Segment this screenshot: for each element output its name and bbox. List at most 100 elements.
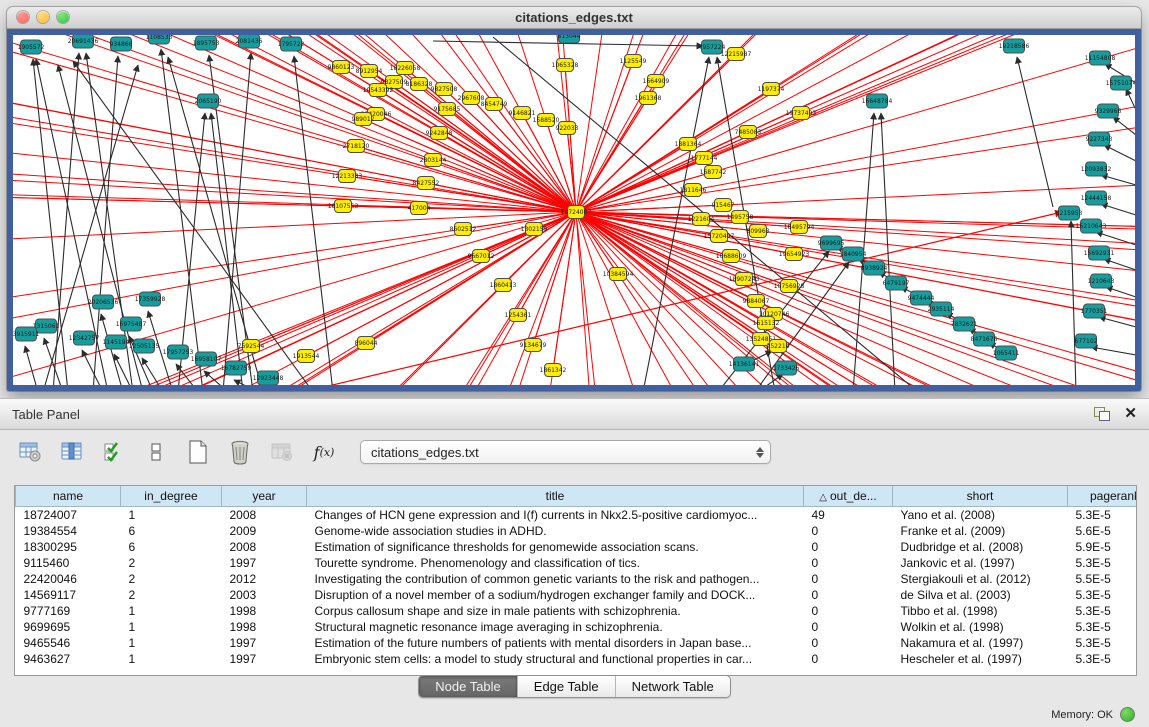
yellow-node[interactable]: 8454749	[481, 98, 508, 111]
teal-node[interactable]: 1733426	[773, 361, 800, 375]
close-window-icon[interactable]	[17, 11, 29, 23]
column-header-in_degree[interactable]: in_degree	[121, 486, 222, 507]
teal-node[interactable]: 2065190	[195, 94, 222, 108]
table-mode-button[interactable]	[16, 438, 44, 466]
tab-network-table[interactable]: Network Table	[615, 676, 730, 697]
yellow-node[interactable]: 2718120	[343, 140, 370, 153]
yellow-node[interactable]: 2803144	[420, 154, 447, 167]
network-canvas[interactable]: 1905572 20691436 934866 1108533 1895753 20814…	[7, 29, 1141, 391]
citation-edge[interactable]	[565, 65, 576, 212]
yellow-node[interactable]: 1065328	[552, 59, 579, 72]
teal-node[interactable]: 12923448	[253, 371, 284, 385]
yellow-node[interactable]: 18495794	[784, 221, 815, 234]
yellow-node[interactable]: 9146821	[509, 107, 536, 120]
table-row[interactable]: 1872400712008Changes of HCN gene express…	[16, 507, 1138, 524]
teal-node[interactable]: 2081436	[236, 35, 263, 48]
table-row[interactable]: 946554611997Estimation of the future num…	[16, 635, 1138, 651]
teal-node[interactable]: 17957253	[163, 345, 194, 359]
yellow-node[interactable]: 15720407	[704, 230, 735, 243]
teal-node[interactable]: 677102	[1075, 334, 1098, 348]
teal-node[interactable]: 7832621	[951, 317, 978, 331]
table-selector-dropdown[interactable]: citations_edges.txt	[360, 440, 771, 464]
teal-node[interactable]: 12093832	[1081, 162, 1112, 176]
yellow-node[interactable]: 417004	[408, 202, 431, 215]
teal-node[interactable]: 8471676	[971, 332, 998, 346]
function-builder-button[interactable]: f(x)	[310, 438, 338, 466]
teal-node[interactable]: 1905572	[18, 40, 45, 54]
citation-edge[interactable]	[1101, 175, 1135, 185]
teal-node[interactable]: 9329966	[1095, 104, 1122, 118]
citation-edge[interactable]	[1096, 232, 1135, 245]
delete-table-button[interactable]	[268, 438, 296, 466]
memory-ok-icon[interactable]	[1120, 707, 1135, 722]
teal-node[interactable]: 813044	[558, 35, 581, 43]
teal-node[interactable]: 1840954	[840, 247, 867, 261]
citation-edge[interactable]	[376, 114, 576, 212]
teal-node[interactable]: 1065411	[993, 346, 1020, 360]
citation-edge[interactable]	[356, 146, 576, 212]
teal-node[interactable]: 15692931	[1084, 246, 1115, 260]
table-row[interactable]: 911546021997Tourette syndrome. Phenomeno…	[16, 555, 1138, 571]
teal-node[interactable]: 12444158	[1081, 191, 1112, 205]
table-row[interactable]: 1830029562008Estimation of significance …	[16, 539, 1138, 555]
yellow-node[interactable]: 1687742	[700, 166, 727, 179]
teal-node[interactable]: 934866	[110, 37, 133, 51]
float-window-icon[interactable]	[1094, 407, 1110, 421]
teal-node[interactable]: 8215953	[1056, 206, 1083, 220]
teal-node[interactable]: 6479197	[883, 276, 910, 290]
teal-node[interactable]: 1770351	[1081, 304, 1108, 318]
column-header-out_de[interactable]: △out_de...	[804, 486, 893, 507]
citation-edge[interactable]	[1101, 204, 1135, 215]
show-column-button[interactable]	[58, 438, 86, 466]
tab-node-table[interactable]: Node Table	[419, 676, 517, 697]
table-row[interactable]: 1456911722003Disruption of a novel membe…	[16, 587, 1138, 603]
close-icon[interactable]: ✕	[1124, 407, 1137, 421]
yellow-node[interactable]: 1861342	[540, 364, 567, 377]
yellow-node[interactable]: 8912954	[356, 65, 383, 78]
yellow-node[interactable]: 19654923	[779, 248, 810, 261]
table-row[interactable]: 1938455462009Genome-wide association stu…	[16, 523, 1138, 539]
yellow-node[interactable]: 1881364	[675, 138, 702, 151]
teal-node[interactable]: 19218586	[999, 39, 1030, 53]
teal-node[interactable]: 9699695	[818, 236, 845, 250]
teal-node[interactable]: 14136141	[729, 357, 760, 371]
teal-node[interactable]: 8938924	[861, 261, 888, 275]
yellow-node[interactable]: 10688609	[716, 250, 747, 263]
teal-node[interactable]: 11154808	[1085, 51, 1116, 65]
citation-edge[interactable]	[1104, 145, 1135, 161]
minimize-window-icon[interactable]	[37, 11, 49, 23]
yellow-node[interactable]: 915467	[712, 199, 735, 212]
table-row[interactable]: 2242004622012Investigating the contribut…	[16, 571, 1138, 587]
column-header-name[interactable]: name	[16, 486, 121, 507]
teal-node[interactable]: 1795722	[278, 37, 305, 51]
yellow-node[interactable]: 10756928	[774, 280, 805, 293]
yellow-node[interactable]: 896044	[355, 337, 378, 350]
teal-node[interactable]: 1210643	[1088, 274, 1115, 288]
yellow-node[interactable]: 8427552	[413, 177, 440, 190]
teal-node[interactable]: 1108533	[146, 35, 173, 44]
window-titlebar[interactable]: citations_edges.txt	[7, 7, 1141, 29]
yellow-node[interactable]: 989012	[352, 113, 375, 126]
citation-edge[interactable]	[25, 346, 38, 386]
citation-edge[interactable]	[1113, 117, 1135, 135]
yellow-node[interactable]: 1254361	[505, 309, 532, 322]
teal-node[interactable]: 12342757	[69, 331, 100, 345]
teal-node[interactable]: 20691436	[68, 35, 99, 48]
teal-node[interactable]: 12505135	[129, 339, 160, 353]
teal-node[interactable]: 16782759	[221, 361, 252, 375]
teal-node[interactable]: 9474444	[908, 291, 935, 305]
teal-node[interactable]: 1895753	[193, 36, 220, 50]
yellow-node[interactable]: 18107553	[328, 200, 359, 213]
citation-edge[interactable]	[1017, 57, 1053, 207]
column-header-year[interactable]: year	[222, 486, 307, 507]
teal-node[interactable]: 16958107	[191, 352, 222, 366]
yellow-node[interactable]: 8602512	[450, 223, 477, 236]
yellow-node[interactable]: 252214	[767, 340, 790, 353]
teal-node[interactable]: 17359928	[135, 292, 166, 306]
teal-node[interactable]: 1145194	[103, 335, 130, 349]
teal-node[interactable]: 3915911	[13, 327, 40, 341]
yellow-node[interactable]: 922033	[556, 122, 579, 135]
column-header-pagerank[interactable]: pagerank	[1068, 486, 1138, 507]
table-row[interactable]: 977716911998Corpus callosum shape and si…	[16, 603, 1138, 619]
citation-edge[interactable]	[1091, 347, 1135, 355]
